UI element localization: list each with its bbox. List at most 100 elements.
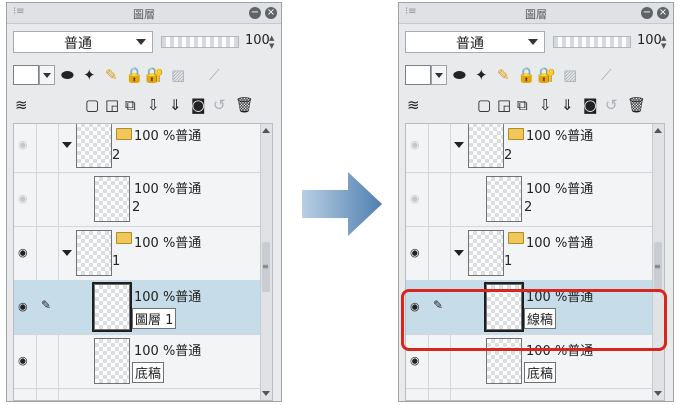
layer-info: 100 %普通 — [526, 236, 594, 251]
opacity-slider[interactable] — [553, 36, 631, 48]
panel-title: 圖層 — [525, 8, 547, 21]
lock-transparency-icon[interactable]: 🔐 — [145, 66, 164, 84]
layer-color-dropdown[interactable] — [431, 65, 447, 85]
expand-triangle-icon[interactable] — [62, 142, 72, 148]
delete-layer-icon[interactable]: 🗑 — [235, 96, 254, 114]
ruler-icon[interactable]: ⟋ — [601, 66, 612, 84]
reference-layer-icon[interactable]: ✦ — [475, 66, 488, 84]
eye-icon[interactable]: ◉ — [410, 246, 420, 259]
blend-mode-dropdown[interactable]: 普通 — [405, 31, 545, 53]
eye-icon[interactable]: ◉ — [18, 300, 28, 313]
layer-name[interactable]: 圖層 1 — [132, 308, 177, 329]
scroll-up-icon[interactable] — [654, 128, 662, 133]
layer-name: 底稿 — [132, 362, 165, 383]
clip-mask-icon[interactable]: ⬬ — [61, 66, 74, 84]
opacity-value[interactable]: 100 — [637, 33, 662, 48]
lock-icon[interactable]: 🔒 — [517, 66, 536, 84]
new-folder-icon[interactable]: ⧉ — [125, 96, 136, 114]
draft-layer-icon[interactable]: ✎ — [497, 66, 510, 84]
new-raster-layer-icon[interactable]: ▢ — [85, 96, 99, 114]
vertical-scrollbar[interactable]: ≡ — [260, 124, 272, 400]
layer-row-draft[interactable]: ◉ 100 %普通 底稿 — [14, 334, 260, 389]
layer-list: ◉ 100 %普通 2 ◉ 100 %普通 2 ◉ 100 %普通 1 ◉ ✎ … — [13, 123, 273, 401]
layer-info: 100 %普通 — [134, 344, 202, 359]
blend-mode-value: 普通 — [456, 36, 484, 52]
layer-row-selected[interactable]: ◉ ✎ 100 %普通 圖層 1 — [14, 280, 260, 335]
layer-row-folder-1[interactable]: ◉ 100 %普通 1 — [406, 226, 652, 281]
scroll-down-icon[interactable] — [654, 391, 662, 396]
pen-icon[interactable]: ✎ — [41, 298, 51, 312]
new-vector-layer-icon[interactable]: ◲ — [105, 96, 119, 114]
layer-props-toolbar: ⬬ ✦ ✎ 🔒 🔐 ▨ ⟋ — [13, 63, 275, 87]
layer-row-folder-1[interactable]: ◉ 100 %普通 1 — [14, 226, 260, 281]
layer-name: 底稿 — [524, 362, 557, 383]
layer-thumbnail — [94, 338, 130, 384]
merge-down-icon[interactable]: ⇓ — [561, 96, 574, 114]
minimize-icon[interactable]: − — [641, 7, 653, 19]
close-icon[interactable]: × — [265, 7, 277, 19]
dropdown-arrow-icon — [528, 39, 538, 45]
layer-thumbnail — [76, 124, 112, 168]
opacity-spinner-icon[interactable]: ▲ ▼ — [269, 34, 277, 50]
opacity-spinner-icon[interactable]: ▲ ▼ — [661, 34, 669, 50]
apply-mask-icon[interactable]: ↺ — [605, 96, 618, 114]
apply-mask-icon[interactable]: ↺ — [213, 96, 226, 114]
layer-row-folder-2[interactable]: ◉ 100 %普通 2 — [14, 124, 260, 173]
layer-thumbnail — [92, 282, 132, 332]
blend-mode-value: 普通 — [64, 36, 92, 52]
eye-icon[interactable]: ◉ — [18, 138, 28, 151]
folder-icon — [508, 232, 524, 244]
eye-icon[interactable]: ◉ — [18, 246, 28, 259]
vertical-scrollbar[interactable]: ≡ — [652, 124, 664, 400]
draft-layer-icon[interactable]: ✎ — [105, 66, 118, 84]
merge-down-icon[interactable]: ⇓ — [169, 96, 182, 114]
eye-icon[interactable]: ◉ — [410, 354, 420, 367]
panel-title: 圖層 — [133, 8, 155, 21]
scroll-grip-icon: ≡ — [262, 262, 269, 271]
layer-color-swatch[interactable] — [13, 65, 39, 85]
eye-icon[interactable]: ◉ — [410, 192, 420, 205]
transfer-down-icon[interactable]: ⇩ — [539, 96, 552, 114]
layer-row-folder-2[interactable]: ◉ 100 %普通 2 — [406, 124, 652, 173]
minimize-icon[interactable]: − — [249, 7, 261, 19]
layer-mask-icon[interactable]: ◙ — [583, 96, 598, 114]
layers-menu-icon[interactable]: ≋ — [15, 96, 28, 114]
layer-row-2[interactable]: ◉ 100 %普通 2 — [406, 172, 652, 227]
expand-triangle-icon[interactable] — [454, 250, 464, 256]
blend-mode-dropdown[interactable]: 普通 — [13, 31, 153, 53]
ruler-icon[interactable]: ⟋ — [209, 66, 220, 84]
lock-icon[interactable]: 🔒 — [125, 66, 144, 84]
transfer-down-icon[interactable]: ⇩ — [147, 96, 160, 114]
expand-triangle-icon[interactable] — [454, 142, 464, 148]
folder-icon — [116, 232, 132, 244]
mask-enable-icon[interactable]: ▨ — [563, 66, 577, 84]
blend-row: 普通 100 ▲ ▼ — [405, 31, 667, 55]
scroll-down-icon[interactable] — [262, 391, 270, 396]
layer-row-2[interactable]: ◉ 100 %普通 2 — [14, 172, 260, 227]
expand-triangle-icon[interactable] — [62, 250, 72, 256]
eye-icon[interactable]: ◉ — [410, 138, 420, 151]
layer-mask-icon[interactable]: ◙ — [191, 96, 206, 114]
layer-color-swatch[interactable] — [405, 65, 431, 85]
delete-layer-icon[interactable]: 🗑 — [627, 96, 646, 114]
lock-transparency-icon[interactable]: 🔐 — [537, 66, 556, 84]
layer-info: 100 %普通 — [134, 290, 202, 305]
clip-mask-icon[interactable]: ⬬ — [453, 66, 466, 84]
new-folder-icon[interactable]: ⧉ — [517, 96, 528, 114]
folder-icon — [116, 128, 132, 140]
eye-icon[interactable]: ◉ — [18, 192, 28, 205]
layer-thumbnail — [94, 176, 130, 222]
mask-enable-icon[interactable]: ▨ — [171, 66, 185, 84]
reference-layer-icon[interactable]: ✦ — [83, 66, 96, 84]
layers-menu-icon[interactable]: ≋ — [407, 96, 420, 114]
new-raster-layer-icon[interactable]: ▢ — [477, 96, 491, 114]
close-icon[interactable]: × — [657, 7, 669, 19]
opacity-slider[interactable] — [161, 36, 239, 48]
layer-color-dropdown[interactable] — [39, 65, 55, 85]
scroll-up-icon[interactable] — [262, 128, 270, 133]
layer-props-toolbar: ⬬ ✦ ✎ 🔒 🔐 ▨ ⟋ — [405, 63, 667, 87]
layer-name: 2 — [524, 200, 533, 215]
opacity-value[interactable]: 100 — [245, 33, 270, 48]
new-vector-layer-icon[interactable]: ◲ — [497, 96, 511, 114]
eye-icon[interactable]: ◉ — [18, 354, 28, 367]
